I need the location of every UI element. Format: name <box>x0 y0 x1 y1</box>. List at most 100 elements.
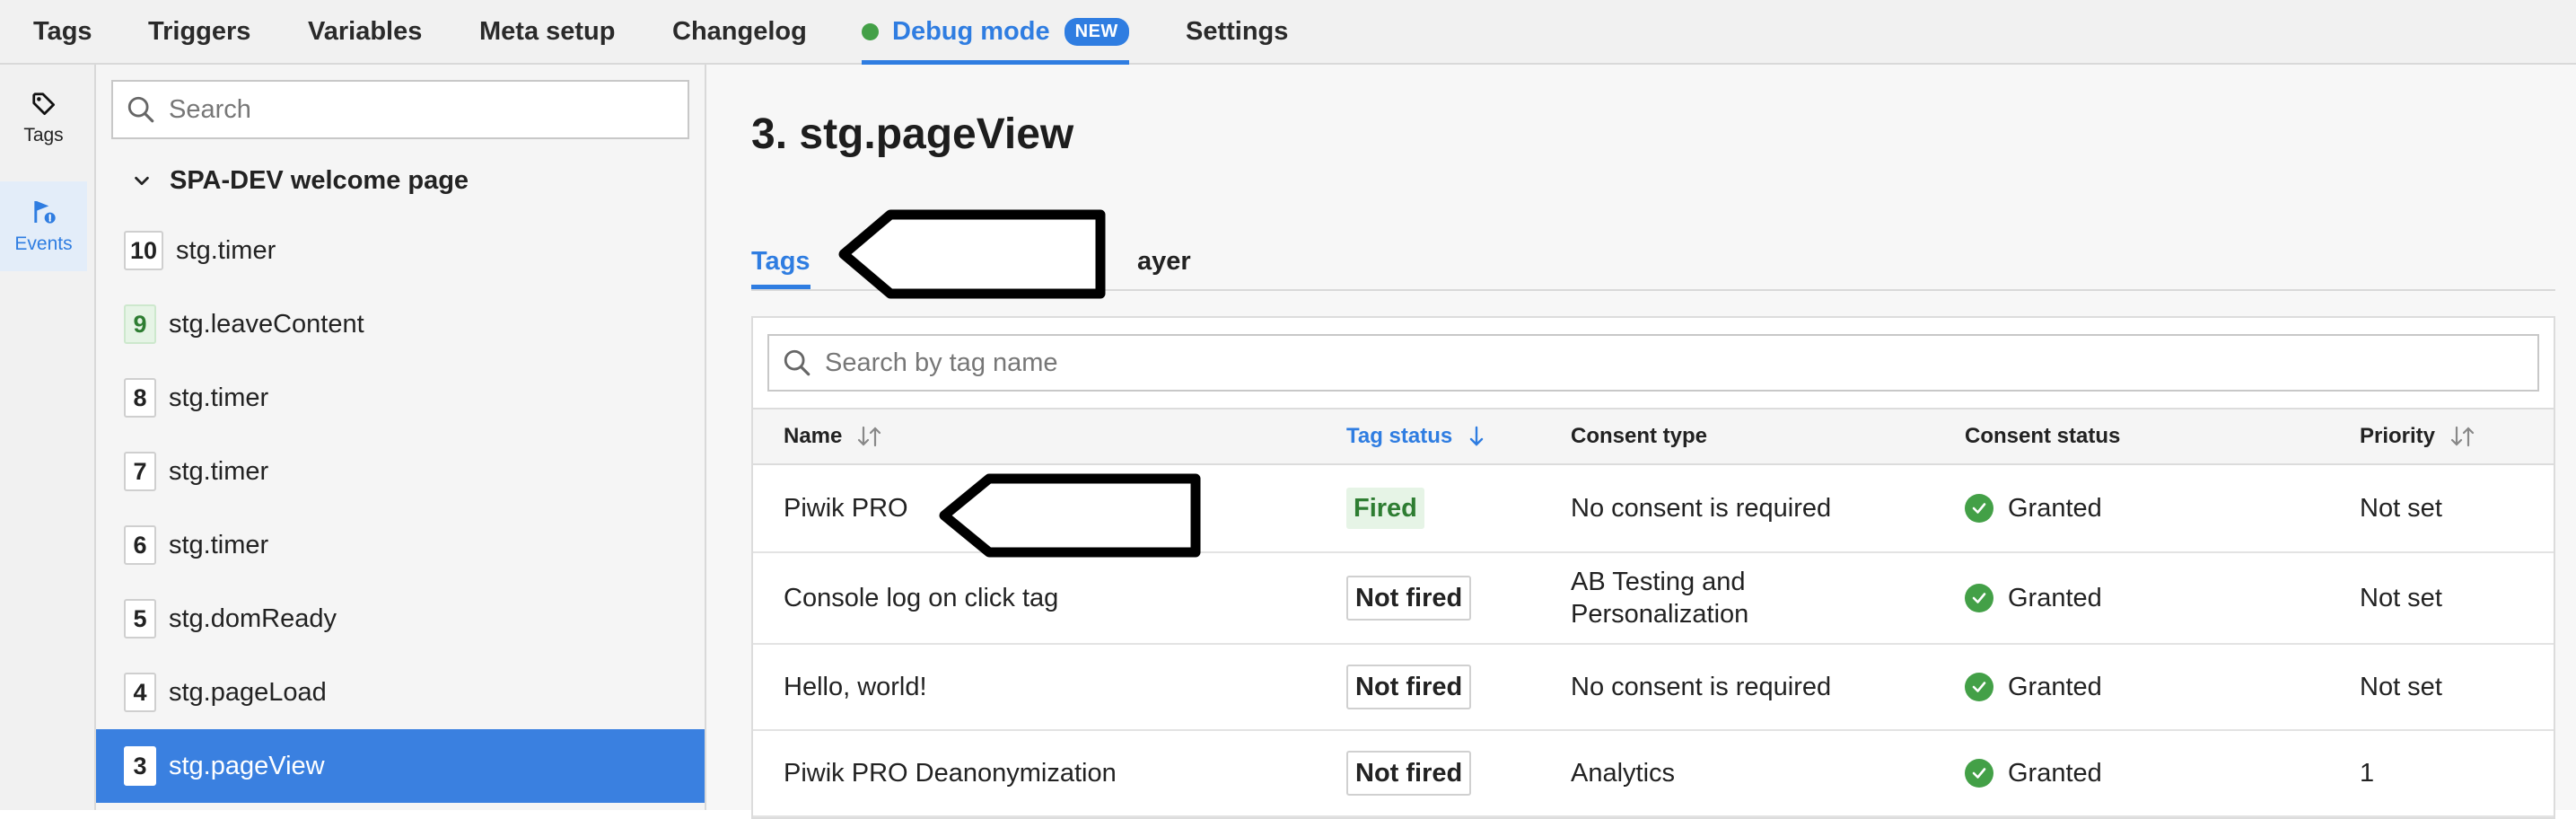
event-number: 5 <box>124 599 156 638</box>
page-title: 3. stg.pageView <box>751 110 1074 158</box>
event-label: stg.domReady <box>169 603 337 633</box>
consent-type: No consent is required <box>1571 673 1832 701</box>
tab-debug-mode[interactable]: Debug mode NEW <box>862 0 1129 65</box>
search-icon <box>782 348 812 378</box>
events-sidebar: SPA-DEV welcome page 10 stg.timer 9 stg.… <box>96 65 706 810</box>
consent-type: Analytics <box>1571 759 1676 788</box>
event-label: stg.timer <box>169 530 269 559</box>
event-number: 4 <box>124 673 156 712</box>
sort-descending-icon <box>1470 426 1484 446</box>
rail-item-tags[interactable]: Tags <box>0 74 87 163</box>
tab-tags[interactable]: Tags <box>33 0 92 63</box>
column-header-label: Name <box>784 424 843 448</box>
column-header-label: Priority <box>2360 424 2436 448</box>
sidebar-search <box>111 80 689 139</box>
status-dot-icon <box>862 22 879 40</box>
event-item[interactable]: 6 stg.timer <box>96 508 705 582</box>
check-circle-icon <box>1965 759 1993 788</box>
status-badge: Fired <box>1346 488 1424 529</box>
column-header-priority[interactable]: Priority <box>2360 410 2476 463</box>
event-group-header[interactable]: SPA-DEV welcome page <box>132 158 469 203</box>
event-group-title: SPA-DEV welcome page <box>170 165 469 195</box>
table-row[interactable]: Hello, world! Not fired No consent is re… <box>753 645 2554 731</box>
event-label: stg.timer <box>169 456 269 486</box>
consent-status: Granted <box>2008 494 2102 523</box>
tag-search-input[interactable] <box>823 347 2442 379</box>
check-circle-icon <box>1965 584 1993 612</box>
consent-type-line: AB Testing and <box>1571 568 1746 596</box>
event-item[interactable]: 7 stg.timer <box>96 435 705 508</box>
subtab-data-layer[interactable]: ayer <box>1137 235 1191 287</box>
tag-name: Piwik PRO Deanonymization <box>784 759 1117 788</box>
column-header-tag-status[interactable]: Tag status <box>1346 410 1486 463</box>
new-badge: NEW <box>1064 17 1129 46</box>
priority: Not set <box>2360 584 2442 612</box>
column-header-label: Tag status <box>1346 424 1453 448</box>
tab-debug-mode-label: Debug mode <box>892 16 1050 46</box>
event-label: stg.leaveContent <box>169 309 364 339</box>
sidebar-search-input[interactable] <box>167 93 673 126</box>
column-header-name[interactable]: Name <box>784 410 883 463</box>
tab-meta-setup[interactable]: Meta setup <box>479 0 615 63</box>
tab-settings[interactable]: Settings <box>1186 0 1288 63</box>
redaction-marker <box>838 209 1106 299</box>
subtab-tags[interactable]: Tags <box>751 235 810 289</box>
consent-status: Granted <box>2008 673 2102 701</box>
check-circle-icon <box>1965 494 1993 523</box>
event-label: stg.timer <box>169 383 269 412</box>
priority: 1 <box>2360 759 2375 788</box>
top-navigation: Tags Triggers Variables Meta setup Chang… <box>0 0 2576 65</box>
tab-variables[interactable]: Variables <box>308 0 422 63</box>
event-label: stg.timer <box>176 235 276 265</box>
priority: Not set <box>2360 673 2442 701</box>
tab-triggers[interactable]: Triggers <box>148 0 250 63</box>
table-row[interactable]: Piwik PRO Deanonymization Not fired Anal… <box>753 731 2554 817</box>
redaction-marker <box>939 473 1201 558</box>
consent-status: Granted <box>2008 759 2102 788</box>
tag-name: Piwik PRO <box>784 494 908 523</box>
event-item[interactable]: 5 stg.domReady <box>96 582 705 656</box>
event-number: 8 <box>124 378 156 418</box>
column-header-label: Consent type <box>1571 424 1708 448</box>
sort-icon <box>858 426 881 447</box>
consent-type-line: Personalization <box>1571 600 1749 629</box>
consent-type: AB Testing and Personalization <box>1571 553 1748 643</box>
flag-icon <box>33 201 56 224</box>
tab-changelog[interactable]: Changelog <box>672 0 807 63</box>
search-icon <box>126 94 156 125</box>
event-item[interactable]: 4 stg.pageLoad <box>96 656 705 729</box>
main-panel: 3. stg.pageView Tags ayer Name Tag stat <box>706 65 2576 819</box>
check-circle-icon <box>1965 673 1993 701</box>
table-header: Name Tag status Consent type Consent sta… <box>753 408 2554 465</box>
column-header-consent-type: Consent type <box>1571 410 1707 463</box>
event-item[interactable]: 8 stg.timer <box>96 361 705 435</box>
sort-icon <box>2450 426 2475 447</box>
event-number: 7 <box>124 452 156 491</box>
tag-name: Hello, world! <box>784 673 927 701</box>
event-item[interactable]: 9 stg.leaveContent <box>96 287 705 361</box>
tag-name: Console log on click tag <box>784 584 1059 612</box>
icon-rail: Tags Events <box>0 65 96 810</box>
tag-icon <box>31 92 55 115</box>
event-number: 3 <box>124 746 156 786</box>
tags-table-panel: Name Tag status Consent type Consent sta… <box>751 316 2555 819</box>
priority: Not set <box>2360 494 2442 523</box>
status-badge: Not fired <box>1346 665 1472 709</box>
rail-item-events-label: Events <box>14 233 73 254</box>
event-number: 10 <box>124 231 164 270</box>
table-row[interactable]: Console log on click tag Not fired AB Te… <box>753 553 2554 645</box>
event-item-selected[interactable]: 3 stg.pageView <box>96 729 705 803</box>
event-item[interactable]: 10 stg.timer <box>96 214 705 287</box>
consent-status: Granted <box>2008 584 2102 612</box>
rail-item-events[interactable]: Events <box>0 181 87 271</box>
status-badge: Not fired <box>1346 576 1472 621</box>
tag-search <box>767 334 2539 392</box>
column-header-label: Consent status <box>1965 424 2121 448</box>
event-label: stg.pageLoad <box>169 677 327 707</box>
chevron-down-icon <box>132 171 152 190</box>
event-number: 6 <box>124 525 156 565</box>
event-label: stg.pageView <box>169 751 325 780</box>
consent-type: No consent is required <box>1571 494 1832 523</box>
event-number: 9 <box>124 304 156 344</box>
column-header-consent-status: Consent status <box>1965 410 2120 463</box>
